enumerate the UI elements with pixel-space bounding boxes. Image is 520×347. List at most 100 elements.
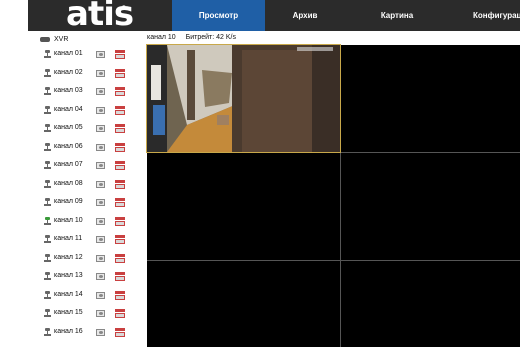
alarm-icon[interactable]	[115, 253, 125, 263]
camera-icon	[44, 142, 51, 151]
channel-label: канал 07	[54, 161, 83, 168]
registered-mark-icon: ®	[122, 5, 126, 11]
sidebar-item-channel[interactable]: канал 01	[0, 48, 147, 60]
sidebar-item-channel[interactable]: канал 06	[0, 141, 147, 153]
sidebar-item-channel[interactable]: канал 02	[0, 67, 147, 79]
record-icon[interactable]	[96, 328, 105, 336]
channel-label: канал 13	[54, 272, 83, 279]
channel-label: канал 03	[54, 87, 83, 94]
tab-view[interactable]: Просмотр	[172, 0, 265, 31]
channel-label: канал 08	[54, 179, 83, 187]
camera-frame	[147, 45, 340, 152]
sidebar-item-channel[interactable]: канал 05	[0, 122, 147, 134]
record-icon[interactable]	[96, 273, 105, 280]
camera-icon	[44, 50, 51, 58]
main-nav: Просмотр Архив Картина Конфигурация	[172, 0, 520, 31]
camera-icon	[44, 309, 51, 317]
sidebar-item-channel[interactable]: канал 12	[0, 252, 147, 264]
alarm-icon[interactable]	[115, 50, 125, 59]
dvr-icon	[40, 37, 50, 42]
channel-label: канал 05	[54, 124, 83, 131]
alarm-icon[interactable]	[115, 87, 125, 96]
tab-config[interactable]: Конфигурация	[449, 0, 520, 31]
alarm-icon[interactable]	[115, 235, 125, 244]
sidebar-item-channel[interactable]: канал 15	[0, 307, 147, 319]
channel-label: канал 16	[54, 327, 83, 335]
record-icon[interactable]	[96, 199, 105, 206]
camera-icon	[44, 253, 51, 262]
tab-image[interactable]: Картина	[345, 0, 449, 31]
logo-area: atis ®	[0, 0, 172, 34]
camera-icon	[44, 272, 51, 280]
alarm-icon[interactable]	[115, 290, 125, 300]
record-icon[interactable]	[96, 106, 105, 114]
video-cell-4[interactable]	[341, 153, 520, 260]
alarm-icon[interactable]	[115, 161, 125, 170]
device-xvr[interactable]: XVR	[40, 35, 68, 44]
record-icon[interactable]	[96, 125, 105, 132]
record-icon[interactable]	[96, 180, 105, 188]
status-channel: канал 10	[147, 34, 176, 41]
alarm-icon[interactable]	[115, 327, 125, 337]
channel-label: канал 06	[54, 142, 83, 150]
video-cell-2[interactable]	[341, 45, 520, 152]
record-icon[interactable]	[96, 236, 105, 243]
alarm-icon[interactable]	[115, 68, 125, 78]
camera-icon	[44, 235, 51, 243]
camera-icon	[44, 198, 51, 206]
alarm-icon[interactable]	[115, 179, 125, 189]
alarm-icon[interactable]	[115, 309, 125, 318]
alarm-icon[interactable]	[115, 105, 125, 115]
record-icon[interactable]	[96, 291, 105, 299]
video-grid	[146, 44, 520, 347]
video-cell-3[interactable]	[147, 153, 340, 260]
record-icon[interactable]	[96, 254, 105, 262]
channel-label: канал 10	[54, 216, 83, 224]
sidebar-item-channel[interactable]: канал 11	[0, 233, 147, 245]
camera-icon	[44, 68, 51, 77]
camera-icon	[44, 179, 51, 188]
record-icon[interactable]	[96, 217, 105, 225]
alarm-icon[interactable]	[115, 272, 125, 281]
device-label: XVR	[54, 36, 69, 43]
sidebar-item-channel[interactable]: канал 14	[0, 289, 147, 301]
channel-label: канал 14	[54, 290, 83, 298]
alarm-icon[interactable]	[115, 124, 125, 133]
camera-icon	[44, 290, 51, 299]
top-bar: atis ® Просмотр Архив Картина Конфигурац…	[0, 0, 520, 34]
sidebar-item-channel[interactable]: канал 13	[0, 270, 147, 282]
channel-label: канал 01	[54, 50, 83, 57]
record-icon[interactable]	[96, 143, 105, 151]
video-cell-5[interactable]	[147, 261, 340, 347]
record-icon[interactable]	[96, 162, 105, 169]
sidebar-item-channel[interactable]: канал 08	[0, 178, 147, 190]
record-icon[interactable]	[96, 51, 105, 58]
video-cell-1-live[interactable]	[146, 44, 341, 153]
camera-icon	[44, 87, 51, 95]
record-icon[interactable]	[96, 88, 105, 95]
camera-icon	[44, 216, 51, 225]
camera-icon	[44, 327, 51, 336]
tab-archive[interactable]: Архив	[265, 0, 345, 31]
alarm-icon[interactable]	[115, 198, 125, 207]
record-icon[interactable]	[96, 69, 105, 77]
channel-label: канал 09	[54, 198, 83, 205]
camera-icon	[44, 124, 51, 132]
camera-icon	[44, 161, 51, 169]
camera-icon	[44, 105, 51, 114]
channel-label: канал 15	[54, 309, 83, 316]
alarm-icon[interactable]	[115, 216, 125, 226]
sidebar-item-channel[interactable]: канал 04	[0, 104, 147, 116]
sidebar-item-channel[interactable]: канал 07	[0, 159, 147, 171]
sidebar-item-channel[interactable]: канал 03	[0, 85, 147, 97]
sidebar-item-channel[interactable]: канал 16	[0, 326, 147, 338]
video-cell-6[interactable]	[341, 261, 520, 347]
alarm-icon[interactable]	[115, 142, 125, 152]
channel-label: канал 12	[54, 253, 83, 261]
record-icon[interactable]	[96, 310, 105, 317]
sidebar-item-channel[interactable]: канал 09	[0, 196, 147, 208]
channel-label: канал 04	[54, 105, 83, 113]
channel-sidebar: XVR канал 01 канал 02 канал 03 канал 04 кана…	[0, 31, 147, 347]
channel-label: канал 11	[54, 235, 83, 242]
sidebar-item-channel[interactable]: канал 10	[0, 215, 147, 227]
